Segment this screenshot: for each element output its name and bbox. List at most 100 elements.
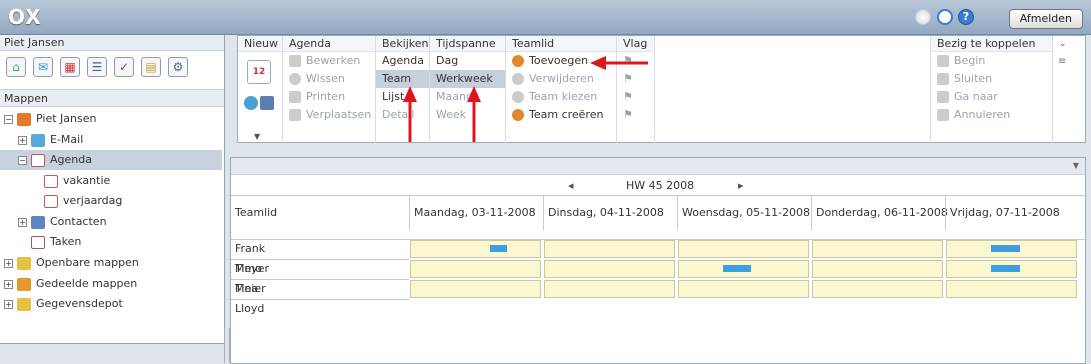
tasks-icon[interactable]: ✓ [114,57,134,77]
resize-handle[interactable] [224,328,230,363]
create-team-button[interactable]: Team creëren [506,106,616,124]
toolbar-ribbon: Nieuw 12 ▼ Agenda Bewerken Wissen Printe… [237,35,1086,143]
view-agenda-button[interactable]: Agenda [376,52,429,70]
day-cell[interactable] [410,260,541,278]
options-icon[interactable]: ⚙ [168,57,188,77]
day-header[interactable]: Donderdag, 06-11-2008 [811,196,948,230]
next-week-icon[interactable]: ▸ [738,179,744,192]
calendar-icon[interactable]: ▦ [60,57,80,77]
tree-item-gegevensdepot[interactable]: + Gegevensdepot [0,294,222,314]
link-goto-button[interactable]: Ga naar [931,88,1052,106]
tree-item-gedeelde-mappen[interactable]: + Gedeelde mappen [0,274,222,294]
more-dropdown-icon[interactable]: ▼ [254,132,260,141]
user-icon [17,112,31,126]
agenda-group: Agenda Bewerken Wissen Printen Verplaats… [283,36,376,143]
delete-button[interactable]: Wissen [283,70,375,88]
link-close-button[interactable]: Sluiten [931,70,1052,88]
day-cell[interactable] [410,280,541,298]
panel-menu-icon[interactable]: ▼ [1073,161,1079,170]
link-cancel-button[interactable]: Annuleren [931,106,1052,124]
day-header[interactable]: Vrijdag, 07-11-2008 [945,196,1085,230]
flag-icon[interactable]: ⚑ [617,70,654,88]
timespan-workweek-button[interactable]: Werkweek [430,70,505,88]
help-icon[interactable]: ? [958,9,974,25]
tree-item-contacten[interactable]: + Contacten [0,212,222,232]
day-cell[interactable] [678,240,809,258]
day-cell[interactable] [544,260,675,278]
linking-title: Bezig te koppelen [931,36,1052,52]
expand-icon[interactable]: + [4,258,13,268]
day-cell[interactable] [678,280,809,298]
day-header[interactable]: Dinsdag, 04-11-2008 [543,196,677,230]
day-cell[interactable] [544,240,675,258]
public-folder-icon [17,256,31,270]
mail-icon[interactable]: ✉ [33,57,53,77]
calendar-panel: ▼ ◂ HW 45 2008 ▸ Teamlid Maandag, 03-11-… [224,157,1087,364]
ox-logo: OX [8,5,42,29]
day-cell[interactable] [812,260,943,278]
portal-icon[interactable]: ⌂ [6,57,26,77]
new-appointment-button[interactable]: 12 [247,60,271,84]
team-member-title: Teamlid [506,36,616,52]
tree-item-taken[interactable]: Taken [0,232,222,252]
view-detail-button[interactable]: Detail [376,106,429,124]
calendar-icon [44,174,58,188]
edit-button[interactable]: Bewerken [283,52,375,70]
expand-icon[interactable]: + [18,217,27,227]
refresh-icon[interactable] [937,9,953,25]
tree-item-email[interactable]: + E-Mail [0,130,222,150]
toolbar-menu-icon[interactable]: ≡ [1058,56,1066,67]
busy-appointment[interactable] [991,245,1020,252]
expand-icon[interactable]: + [18,135,27,145]
flag-icon[interactable]: ⚑ [617,106,654,124]
tree-item-agenda[interactable]: − Agenda [0,150,222,170]
timespan-week-button[interactable]: Week [430,106,505,124]
loading-icon [915,9,931,25]
print-button[interactable]: Printen [283,88,375,106]
choose-team-button[interactable]: Team kiezen [506,88,616,106]
collapse-icon[interactable]: − [4,114,13,124]
busy-appointment[interactable] [723,265,751,272]
toolbar-collapse-icon[interactable]: ⌄ [1059,39,1067,49]
print-icon [289,91,301,103]
day-cell[interactable] [410,240,541,258]
team-member-name: Tina Lloyd [235,282,265,315]
busy-appointment[interactable] [991,265,1020,272]
tree-item-verjaardag[interactable]: verjaardag [0,191,222,211]
tree-item-openbare-mappen[interactable]: + Openbare mappen [0,253,222,273]
day-cell[interactable] [812,240,943,258]
logout-button[interactable]: Afmelden [1008,9,1083,29]
day-header[interactable]: Woensdag, 05-11-2008 [677,196,811,230]
new-contact-icon[interactable] [244,96,258,110]
create-team-icon [512,109,524,121]
move-button[interactable]: Verplaatsen [283,106,375,124]
expand-icon[interactable]: + [4,299,13,309]
tree-item-user[interactable]: − Piet Jansen [0,109,222,129]
day-header[interactable]: Maandag, 03-11-2008 [409,196,543,230]
day-cell[interactable] [812,280,943,298]
expand-icon[interactable]: + [4,279,13,289]
link-begin-button[interactable]: Begin [931,52,1052,70]
day-cell[interactable] [544,280,675,298]
flag-icon[interactable]: ⚑ [617,88,654,106]
timespan-title: Tijdspanne [430,36,505,52]
module-icon-bar: ⌂ ✉ ▦ ☰ ✓ ▤ ⚙ [0,51,224,89]
timespan-day-button[interactable]: Dag [430,52,505,70]
top-bar: OX ? Afmelden [0,0,1091,35]
contacts-icon[interactable]: ☰ [87,57,107,77]
view-list-button[interactable]: Lijst [376,88,429,106]
busy-appointment[interactable] [490,245,507,252]
new-task-icon[interactable] [260,96,274,110]
remove-member-button[interactable]: Verwijderen [506,70,616,88]
timespan-month-button[interactable]: Maand [430,88,505,106]
week-navigation: ◂ HW 45 2008 ▸ [231,178,1087,194]
tree-item-vakantie[interactable]: vakantie [0,171,222,191]
add-member-button[interactable]: Toevoegen [506,52,616,70]
infostore-icon[interactable]: ▤ [141,57,161,77]
view-team-button[interactable]: Team [376,70,429,88]
team-member-group: Teamlid Toevoegen Verwijderen Team kieze… [506,36,617,143]
day-cell[interactable] [946,280,1077,298]
prev-week-icon[interactable]: ◂ [568,179,574,192]
flag-icon[interactable]: ⚑ [617,52,654,70]
collapse-icon[interactable]: − [18,155,27,165]
